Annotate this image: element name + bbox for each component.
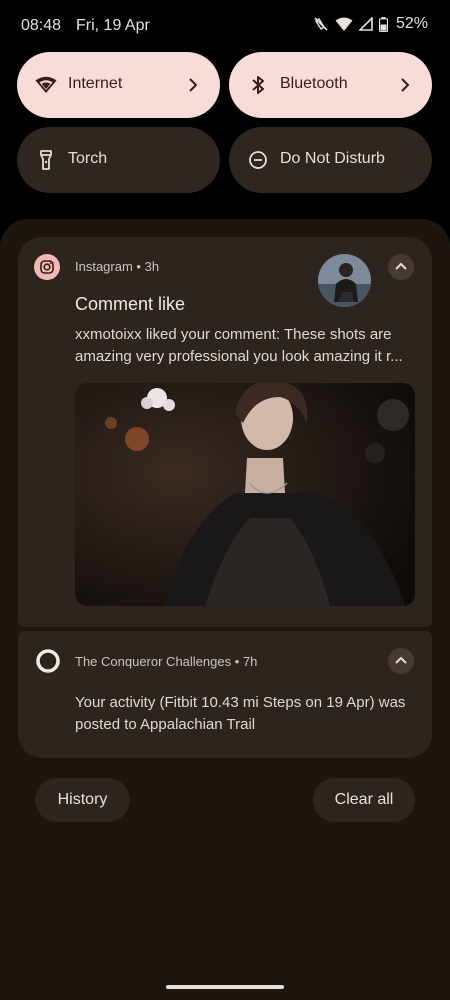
chevron-right-icon [401,78,410,92]
tile-do-not-disturb[interactable]: Do Not Disturb [229,127,432,193]
notification-conqueror[interactable]: The Conqueror Challenges • 7h Your activ… [18,631,432,758]
wifi-icon [335,17,353,31]
notification-image [75,383,415,606]
tile-torch[interactable]: Torch [17,127,220,193]
body-line: amazing very professional you look amazi… [75,348,403,365]
vibrate-off-icon [314,17,328,31]
notification-instagram[interactable]: Instagram • 3h Comment like xxmotoixx li… [18,237,432,627]
app-name: Instagram [75,259,133,274]
tile-bluetooth[interactable]: Bluetooth [229,52,432,118]
tile-label: Do Not Disturb [280,150,385,167]
tile-label: Internet [68,75,123,92]
torch-icon [40,150,52,170]
notification-title: Comment like [75,294,186,314]
notification-time: 7h [242,654,258,669]
body-line: Your activity (Fitbit 10.43 mi Steps on … [75,694,406,711]
status-icons: 52% [313,15,428,33]
tile-internet[interactable]: Internet [17,52,220,118]
status-bar: 08:48 Fri, 19 Apr 52% [0,0,450,52]
chevron-up-icon [395,656,407,664]
body-line: xxmotoixx liked your comment: These shot… [75,326,392,343]
collapse-button[interactable] [388,254,414,280]
chevron-right-icon [189,78,198,92]
avatar [318,254,371,307]
app-name: The Conqueror Challenges [75,654,232,669]
battery-icon [378,16,388,32]
clear-all-button[interactable]: Clear all [313,778,415,822]
notification-app-line: Instagram • 3h [75,259,160,274]
notification-body: xxmotoixx liked your comment: These shot… [75,324,420,368]
collapse-button[interactable] [388,648,414,674]
notification-app-line: The Conqueror Challenges • 7h [75,654,258,669]
battery-percent: 52% [395,15,428,32]
signal-icon [358,17,373,31]
conqueror-app-icon [36,649,60,673]
history-button[interactable]: History [35,778,130,822]
tile-label: Bluetooth [280,75,348,92]
gesture-handle[interactable] [166,985,284,989]
bluetooth-icon [252,76,264,94]
status-time: 08:48 [21,17,62,34]
tile-label: Torch [68,150,108,167]
chevron-up-icon [395,262,407,270]
wifi-icon [35,76,57,93]
status-date: Fri, 19 Apr [76,17,150,34]
body-line: posted to Appalachian Trail [75,716,256,733]
dnd-icon [249,151,267,169]
notification-time: 3h [144,259,160,274]
instagram-icon [34,254,60,280]
notification-body: Your activity (Fitbit 10.43 mi Steps on … [75,692,420,736]
